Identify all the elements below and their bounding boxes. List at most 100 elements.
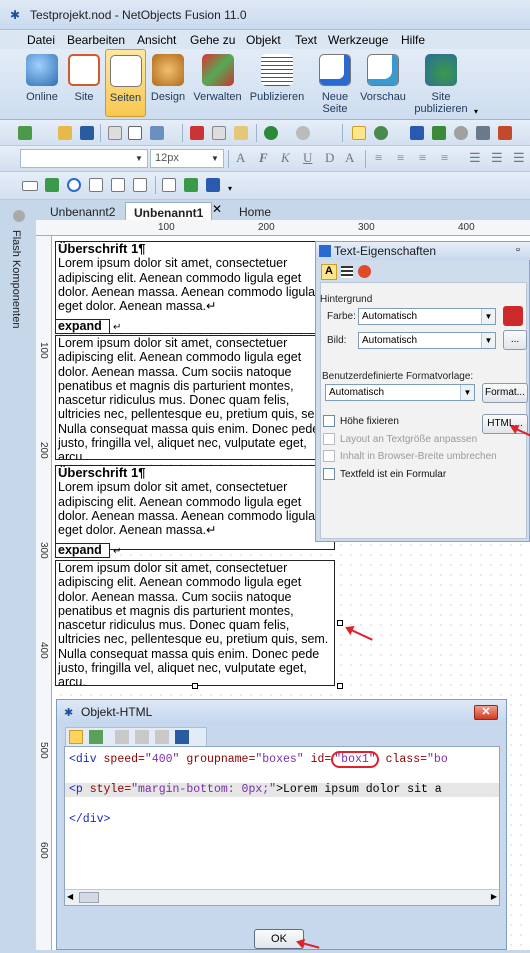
form-tool-icon[interactable] xyxy=(162,178,176,192)
pointer-tool-icon[interactable] xyxy=(352,126,366,140)
site-button[interactable]: Site xyxy=(66,49,102,117)
picture-tool-icon[interactable] xyxy=(432,126,446,140)
resize-handle-corner[interactable] xyxy=(337,683,343,689)
site-publizieren-button[interactable]: Site publizieren xyxy=(410,49,472,117)
text-box-4-selected[interactable]: Lorem ipsum dolor sit amet, consectetuer… xyxy=(55,560,335,686)
farbe-select[interactable]: Automatisch ▼ xyxy=(358,308,496,325)
toolbar-overflow-icon[interactable]: ▾ xyxy=(228,184,232,193)
browser-breite-label: Inhalt in Browser-Breite umbrechen xyxy=(340,451,497,462)
tab-unbenannt1[interactable]: Unbenannt1 xyxy=(125,202,213,220)
tab-unbenannt2[interactable]: Unbenannt2 xyxy=(42,202,123,220)
zoom-icon[interactable] xyxy=(374,126,388,140)
menu-ansicht[interactable]: Ansicht xyxy=(137,33,176,47)
indent-icon[interactable]: ☰ xyxy=(513,150,525,166)
horizontal-scrollbar[interactable]: ◀ ▶ xyxy=(65,889,499,905)
tab-home[interactable]: Home xyxy=(231,202,279,220)
format-button[interactable]: Format... xyxy=(482,383,528,403)
italic-button[interactable]: F xyxy=(259,150,268,166)
formular-checkbox[interactable] xyxy=(323,468,335,480)
subscript-button[interactable]: A xyxy=(345,150,354,166)
insert-after-icon[interactable] xyxy=(89,730,103,744)
insert-before-icon[interactable] xyxy=(69,730,83,744)
component-icon[interactable] xyxy=(498,126,512,140)
close-tab-icon[interactable]: ✕ xyxy=(212,202,222,216)
redo-icon[interactable] xyxy=(296,126,310,140)
align-left-icon[interactable]: ≡ xyxy=(375,150,382,166)
paste-code-icon[interactable] xyxy=(155,730,169,744)
checkbox-tool-icon[interactable] xyxy=(45,178,59,192)
font-family-select[interactable]: ▼ xyxy=(20,149,148,168)
text-box-3[interactable]: Überschrift 1¶ Lorem ipsum dolor sit ame… xyxy=(55,465,335,550)
body-text-2: Lorem ipsum dolor sit amet, consectetuer… xyxy=(58,561,329,686)
print-preview-icon[interactable] xyxy=(128,126,142,140)
bild-browse-button[interactable]: ... xyxy=(503,330,527,350)
numbered-list-icon[interactable]: ☰ xyxy=(491,150,503,166)
save-icon[interactable] xyxy=(80,126,94,140)
neue-seite-button[interactable]: Neue Seite xyxy=(312,49,358,117)
align-center-icon[interactable]: ≡ xyxy=(397,150,404,166)
html-code-editor[interactable]: <div speed="400" groupname="boxes" id= "b… xyxy=(64,746,500,906)
format-select[interactable]: Automatisch ▼ xyxy=(325,384,475,401)
undo-icon[interactable] xyxy=(264,126,278,140)
resize-handle-bottom[interactable] xyxy=(192,683,198,689)
menu-hilfe[interactable]: Hilfe xyxy=(401,33,425,47)
list-icon[interactable]: ☰ xyxy=(469,150,481,166)
menu-datei[interactable]: Datei xyxy=(27,33,55,47)
color-button[interactable]: A xyxy=(236,150,245,166)
combobox-tool-icon[interactable] xyxy=(133,178,147,192)
underline-button[interactable]: U xyxy=(303,150,312,166)
copy-code-icon[interactable] xyxy=(135,730,149,744)
anchor-icon[interactable] xyxy=(476,126,490,140)
add-icon[interactable] xyxy=(18,126,32,140)
menu-gehe-zu[interactable]: Gehe zu xyxy=(190,33,235,47)
resize-handle-right[interactable] xyxy=(337,620,343,626)
tag-tool-icon[interactable] xyxy=(184,178,198,192)
action-tab-icon[interactable] xyxy=(358,265,371,278)
form-area-tool-icon[interactable] xyxy=(206,178,220,192)
design-button[interactable]: Design xyxy=(148,49,188,117)
hoehe-fixieren-checkbox[interactable] xyxy=(323,415,335,427)
align-right-icon[interactable]: ≡ xyxy=(419,150,426,166)
ribbon-overflow-icon[interactable]: ▾ xyxy=(474,107,478,116)
pin-icon[interactable]: ▫ xyxy=(516,244,520,256)
expand-trigger-1[interactable]: expand xyxy=(55,319,110,334)
radio-tool-icon[interactable] xyxy=(67,178,81,192)
text-tool-icon[interactable] xyxy=(410,126,424,140)
bild-select[interactable]: Automatisch ▼ xyxy=(358,332,496,349)
seiten-button[interactable]: Seiten xyxy=(105,49,146,117)
expand-trigger-2[interactable]: expand xyxy=(55,543,110,558)
vorschau-button[interactable]: Vorschau xyxy=(358,49,408,117)
menu-objekt[interactable]: Objekt xyxy=(246,33,281,47)
font-size-select[interactable]: 12px ▼ xyxy=(150,149,224,168)
save-code-icon[interactable] xyxy=(175,730,189,744)
superscript-button[interactable]: D xyxy=(325,150,334,166)
scroll-thumb[interactable] xyxy=(79,892,99,903)
spellcheck-icon[interactable] xyxy=(150,126,164,140)
justify-icon[interactable]: ≡ xyxy=(441,150,448,166)
flash-komponenten-tab[interactable]: Flash Komponenten xyxy=(10,230,22,328)
vertical-ruler: 100 200 300 400 500 600 xyxy=(36,236,52,950)
menu-text[interactable]: Text xyxy=(295,33,317,47)
app-icon: ✱ xyxy=(10,8,21,22)
menu-werkzeuge[interactable]: Werkzeuge xyxy=(328,33,388,47)
cut-icon[interactable] xyxy=(190,126,204,140)
publizieren-button[interactable]: Publizieren xyxy=(246,49,308,117)
print-icon[interactable] xyxy=(108,126,122,140)
paste-icon[interactable] xyxy=(234,126,248,140)
text-box-2[interactable]: Lorem ipsum dolor sit amet, consectetuer… xyxy=(55,335,335,460)
online-button[interactable]: Online xyxy=(22,49,62,117)
cut-code-icon[interactable] xyxy=(115,730,129,744)
copy-icon[interactable] xyxy=(212,126,226,140)
menu-bearbeiten[interactable]: Bearbeiten xyxy=(67,33,125,47)
textarea-tool-icon[interactable] xyxy=(111,178,125,192)
open-folder-icon[interactable] xyxy=(58,126,72,140)
button-tool-icon[interactable] xyxy=(22,181,38,191)
textfield-tool-icon[interactable] xyxy=(89,178,103,192)
close-button[interactable]: ✕ xyxy=(474,705,498,720)
paragraph-tab-icon[interactable] xyxy=(341,266,353,278)
shape-tool-icon[interactable] xyxy=(454,126,468,140)
paint-bucket-icon[interactable] xyxy=(503,306,523,326)
verwalten-button[interactable]: Verwalten xyxy=(190,49,245,117)
cursive-button[interactable]: K xyxy=(281,150,290,166)
text-format-tab-icon[interactable]: A xyxy=(321,264,337,280)
